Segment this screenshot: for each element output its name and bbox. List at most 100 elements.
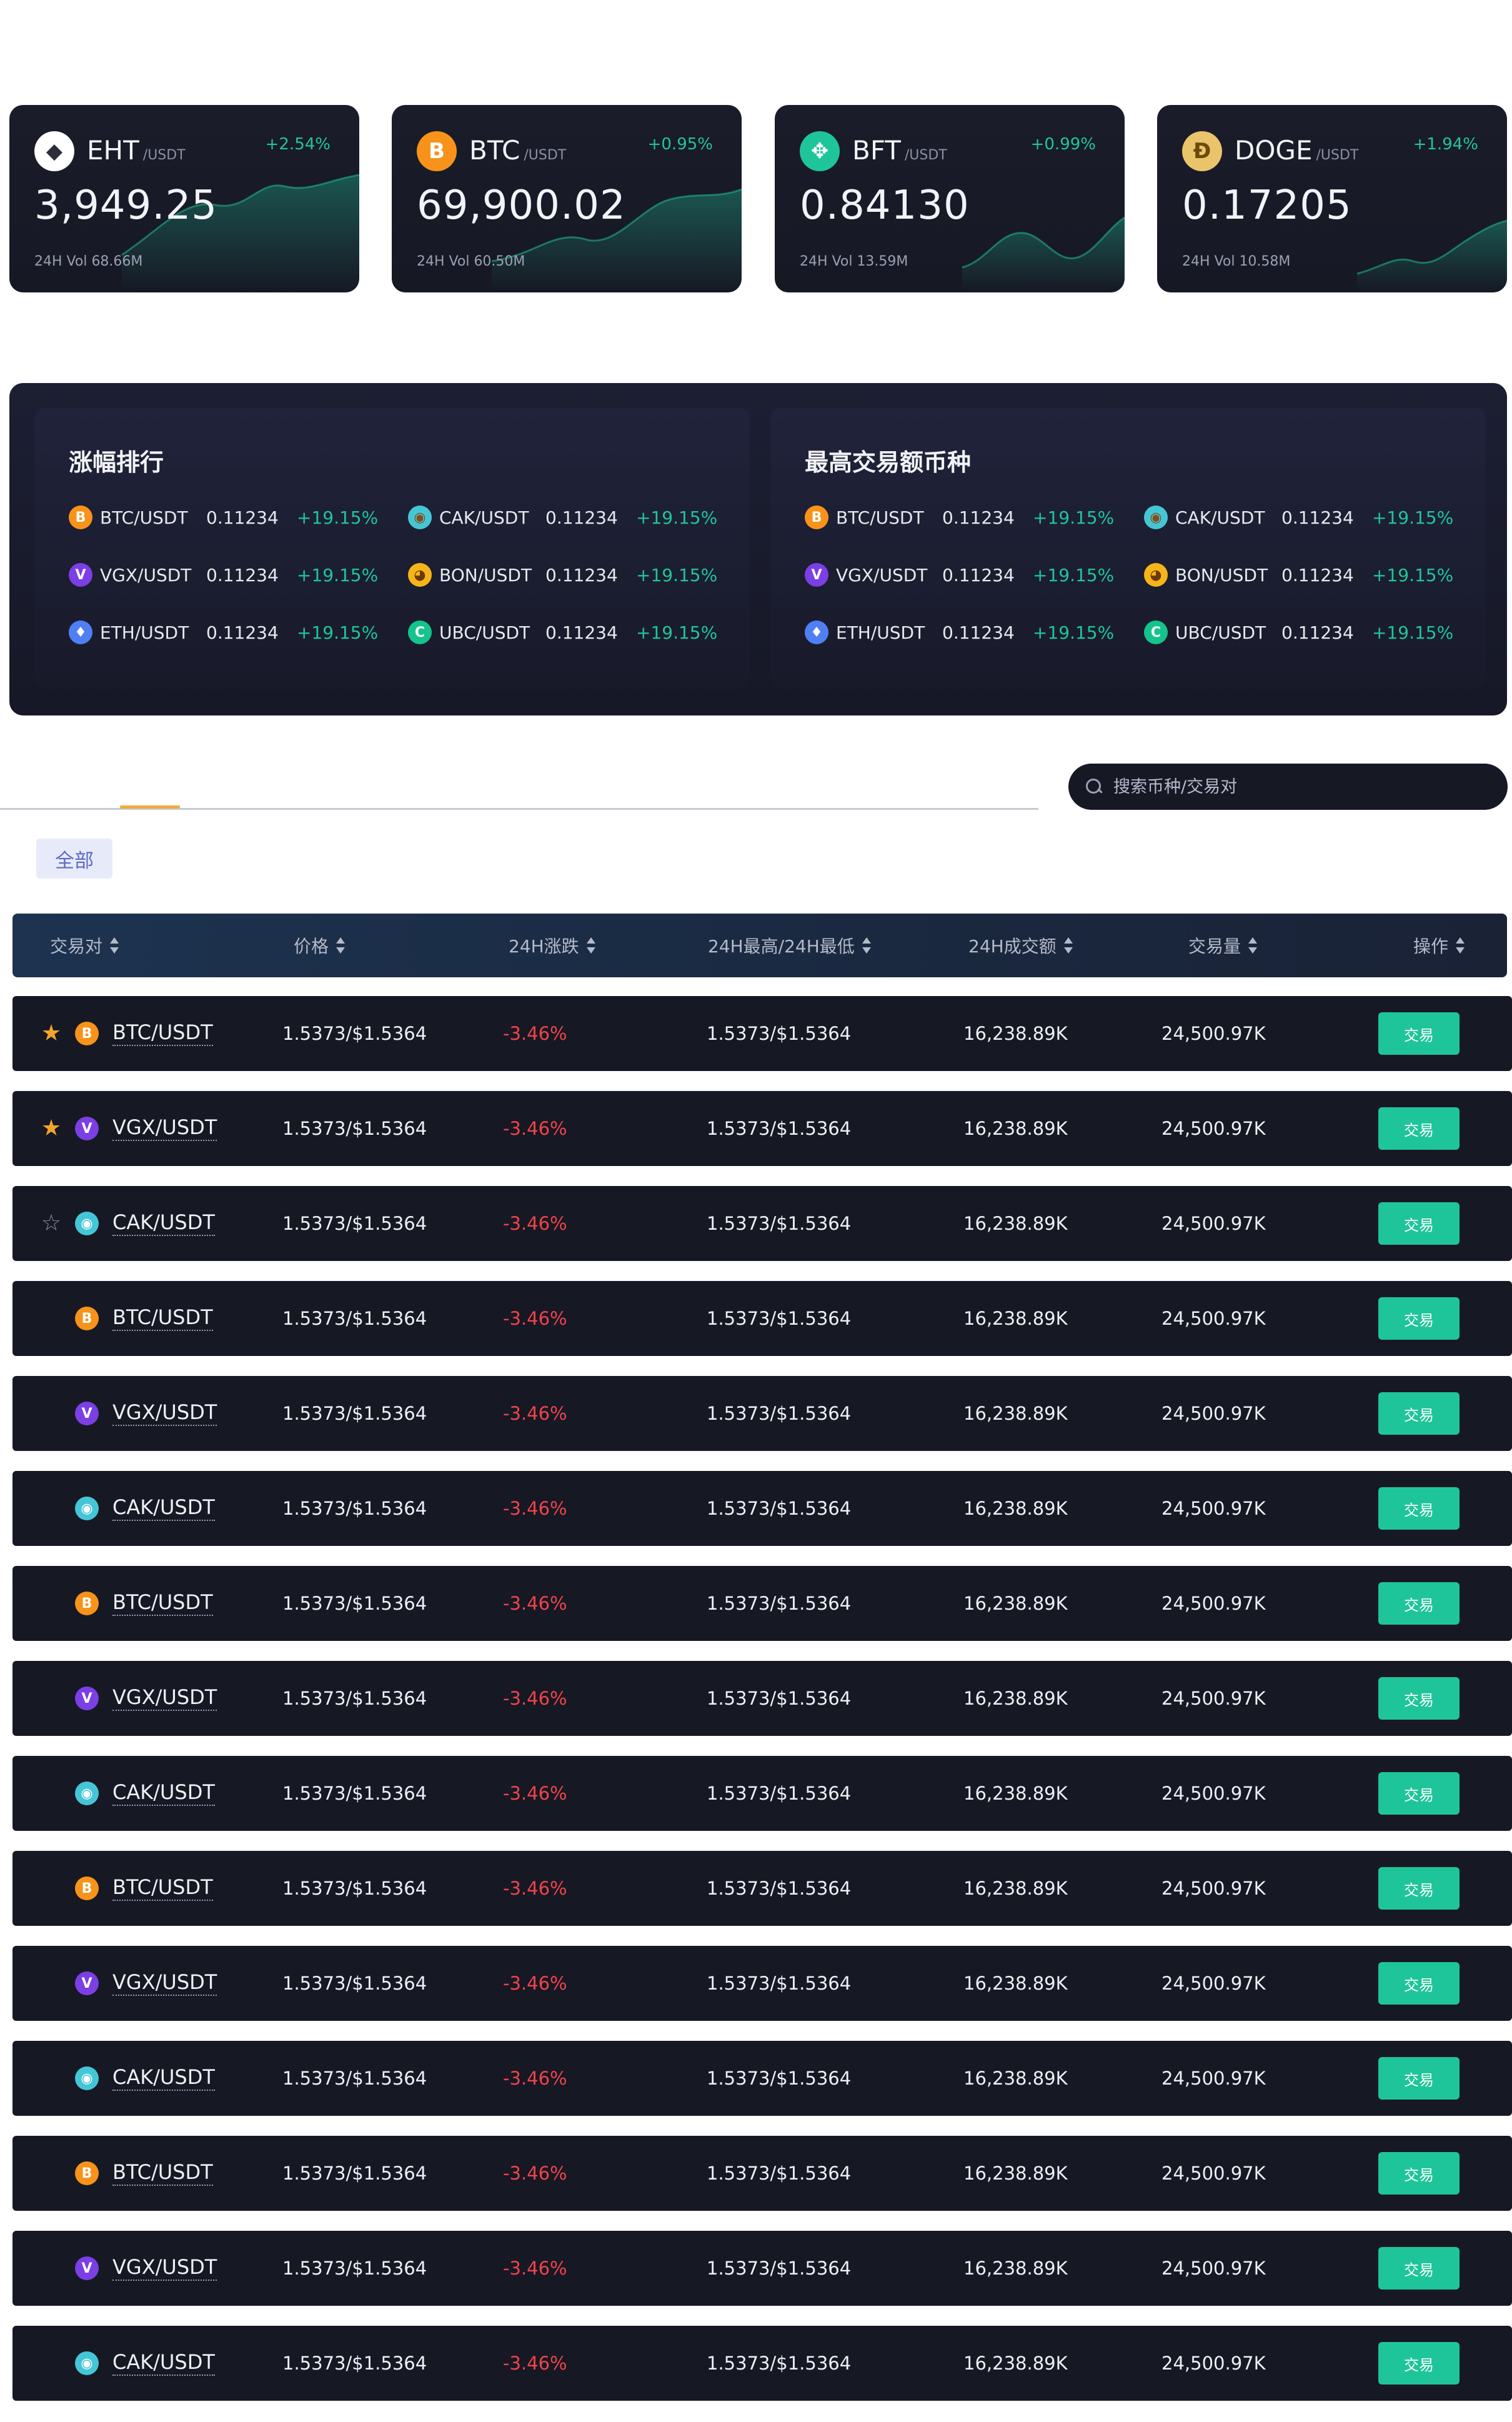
sort-icon[interactable] [1063,937,1073,954]
doge-icon: Ð [1182,131,1222,171]
ranking-item[interactable]: ♦ ETH/USDT 0.11234 +19.15% [805,617,1114,648]
trade-button[interactable]: 交易 [1378,1392,1460,1435]
trade-button[interactable]: 交易 [1378,1297,1460,1340]
ticker-symbol: DOGE/USDT [1235,135,1359,166]
search-input[interactable] [1112,776,1490,797]
table-row[interactable]: ◉ CAK/USDT 1.5373/$1.5364 -3.46% 1.5373/$1.5… [12,2326,1512,2401]
volume-cell: 24,500.97K [1161,1973,1266,1994]
trade-button[interactable]: 交易 [1378,1867,1460,1910]
ranking-item[interactable]: V VGX/USDT 0.11234 +19.15% [69,559,378,591]
trade-button[interactable]: 交易 [1378,1772,1460,1815]
sort-icon[interactable] [110,937,119,954]
pair-link[interactable]: VGX/USDT [112,1970,217,1996]
volume-cell: 24,500.97K [1161,2353,1266,2374]
pair-link[interactable]: VGX/USDT [112,1115,217,1141]
change-cell: -3.46% [503,2258,567,2279]
ranking-change: +19.15% [1033,564,1115,586]
header-volume[interactable]: 交易量 [1188,914,1258,977]
ranking-pair: UBC/USDT [1175,622,1266,643]
table-row[interactable]: V VGX/USDT 1.5373/$1.5364 -3.46% 1.5373/$1.5… [12,2231,1512,2306]
favorite-star-icon[interactable]: ★ [39,1021,64,1046]
ranking-item[interactable]: C UBC/USDT 0.11234 +19.15% [1144,617,1453,648]
ticker-volume: 24H Vol 68.66M [34,254,143,269]
table-row[interactable]: B BTC/USDT 1.5373/$1.5364 -3.46% 1.5373/$1.5… [12,2136,1512,2211]
trade-button[interactable]: 交易 [1378,1487,1460,1530]
ticker-change: +2.54% [265,135,331,154]
header-high-low[interactable]: 24H最高/24H最低 [708,914,871,977]
turnover-cell: 16,238.89K [963,2353,1068,2374]
pair-link[interactable]: CAK/USDT [112,1210,215,1236]
pair-link[interactable]: BTC/USDT [112,1875,213,1901]
ranking-item[interactable]: ♦ ETH/USDT 0.11234 +19.15% [69,617,378,648]
trade-button[interactable]: 交易 [1378,1677,1460,1720]
pair-link[interactable]: BTC/USDT [112,2160,213,2186]
table-row[interactable]: V VGX/USDT 1.5373/$1.5364 -3.46% 1.5373/$1.5… [12,1946,1512,2021]
ticker-card[interactable]: B BTC/USDT +0.95% 69,900.02 24H Vol 60.5… [392,105,742,292]
pair-link[interactable]: VGX/USDT [112,1685,217,1711]
volume-cell: 24,500.97K [1161,2163,1266,2184]
high-low-cell: 1.5373/$1.5364 [707,1403,852,1424]
trade-button[interactable]: 交易 [1378,2247,1460,2290]
trade-button[interactable]: 交易 [1378,2057,1460,2100]
table-row[interactable]: V VGX/USDT 1.5373/$1.5364 -3.46% 1.5373/$1.5… [12,1661,1512,1736]
table-row[interactable]: ◉ CAK/USDT 1.5373/$1.5364 -3.46% 1.5373/$1.5… [12,2041,1512,2116]
volume-cell: 24,500.97K [1161,1783,1266,1804]
filter-all-button[interactable]: 全部 [36,839,112,879]
pair-link[interactable]: BTC/USDT [112,1305,213,1331]
change-cell: -3.46% [503,1308,567,1329]
header-turnover[interactable]: 24H成交额 [968,914,1073,977]
pair-link[interactable]: CAK/USDT [112,2350,215,2376]
header-action[interactable]: 操作 [1413,914,1465,977]
table-row[interactable]: ◉ CAK/USDT 1.5373/$1.5364 -3.46% 1.5373/$1.5… [12,1756,1512,1831]
ranking-item[interactable]: B BTC/USDT 0.11234 +19.15% [805,502,1114,533]
ranking-item[interactable]: ◕ BON/USDT 0.11234 +19.15% [1144,559,1453,591]
high-low-cell: 1.5373/$1.5364 [707,1973,852,1994]
table-row[interactable]: B BTC/USDT 1.5373/$1.5364 -3.46% 1.5373/$1.5… [12,1281,1512,1356]
ranking-item[interactable]: ◉ CAK/USDT 0.11234 +19.15% [408,502,717,533]
ranking-item[interactable]: B BTC/USDT 0.11234 +19.15% [69,502,378,533]
sort-icon[interactable] [1248,937,1258,954]
table-row[interactable]: ◉ CAK/USDT 1.5373/$1.5364 -3.46% 1.5373/$1.5… [12,1471,1512,1546]
ticker-card[interactable]: ✥ BFT/USDT +0.99% 0.84130 24H Vol 13.59M [775,105,1125,292]
ranking-item[interactable]: V VGX/USDT 0.11234 +19.15% [805,559,1114,591]
trade-button[interactable]: 交易 [1378,1582,1460,1625]
ticker-change: +0.99% [1030,135,1096,154]
trade-button[interactable]: 交易 [1378,2342,1460,2385]
ticker-card[interactable]: ◆ EHT/USDT +2.54% 3,949.25 24H Vol 68.66… [9,105,359,292]
pair-link[interactable]: CAK/USDT [112,1495,215,1521]
table-row[interactable]: ★ B BTC/USDT 1.5373/$1.5364 -3.46% 1.5373/$1.… [12,996,1512,1071]
table-row[interactable]: B BTC/USDT 1.5373/$1.5364 -3.46% 1.5373/$1.5… [12,1851,1512,1926]
ranking-item[interactable]: C UBC/USDT 0.11234 +19.15% [408,617,717,648]
cak-coin-icon: ◉ [1144,506,1168,529]
trade-button[interactable]: 交易 [1378,2152,1460,2195]
trade-button[interactable]: 交易 [1378,1202,1460,1245]
btc-coin-icon: B [75,1022,99,1045]
table-row[interactable]: V VGX/USDT 1.5373/$1.5364 -3.46% 1.5373/$1.5… [12,1376,1512,1451]
sort-icon[interactable] [586,937,595,954]
table-row[interactable]: ★ V VGX/USDT 1.5373/$1.5364 -3.46% 1.5373/$1.… [12,1091,1512,1166]
ranking-item[interactable]: ◕ BON/USDT 0.11234 +19.15% [408,559,717,591]
header-price[interactable]: 价格 [294,914,346,977]
ranking-item[interactable]: ◉ CAK/USDT 0.11234 +19.15% [1144,502,1453,533]
sort-icon[interactable] [1456,937,1465,954]
trade-button[interactable]: 交易 [1378,1962,1460,2005]
pair-link[interactable]: BTC/USDT [112,1590,213,1616]
trade-button[interactable]: 交易 [1378,1107,1460,1150]
sort-icon[interactable] [862,937,871,954]
pair-link[interactable]: VGX/USDT [112,2255,217,2281]
favorite-star-outline-icon[interactable]: ☆ [39,1211,64,1236]
table-row[interactable]: ☆ ◉ CAK/USDT 1.5373/$1.5364 -3.46% 1.5373/$1.… [12,1186,1512,1261]
search-box[interactable] [1068,764,1508,810]
pair-link[interactable]: BTC/USDT [112,1020,213,1046]
favorite-star-icon[interactable]: ★ [39,1116,64,1141]
pair-link[interactable]: CAK/USDT [112,2065,215,2091]
change-cell: -3.46% [503,1973,567,1994]
pair-link[interactable]: CAK/USDT [112,1780,215,1806]
sort-icon[interactable] [336,937,346,954]
header-change[interactable]: 24H涨跌 [509,914,595,977]
header-pair[interactable]: 交易对 [50,914,119,977]
ticker-card[interactable]: Ð DOGE/USDT +1.94% 0.17205 24H Vol 10.58… [1157,105,1507,292]
trade-button[interactable]: 交易 [1378,1012,1460,1055]
pair-link[interactable]: VGX/USDT [112,1400,217,1426]
table-row[interactable]: B BTC/USDT 1.5373/$1.5364 -3.46% 1.5373/$1.5… [12,1566,1512,1641]
